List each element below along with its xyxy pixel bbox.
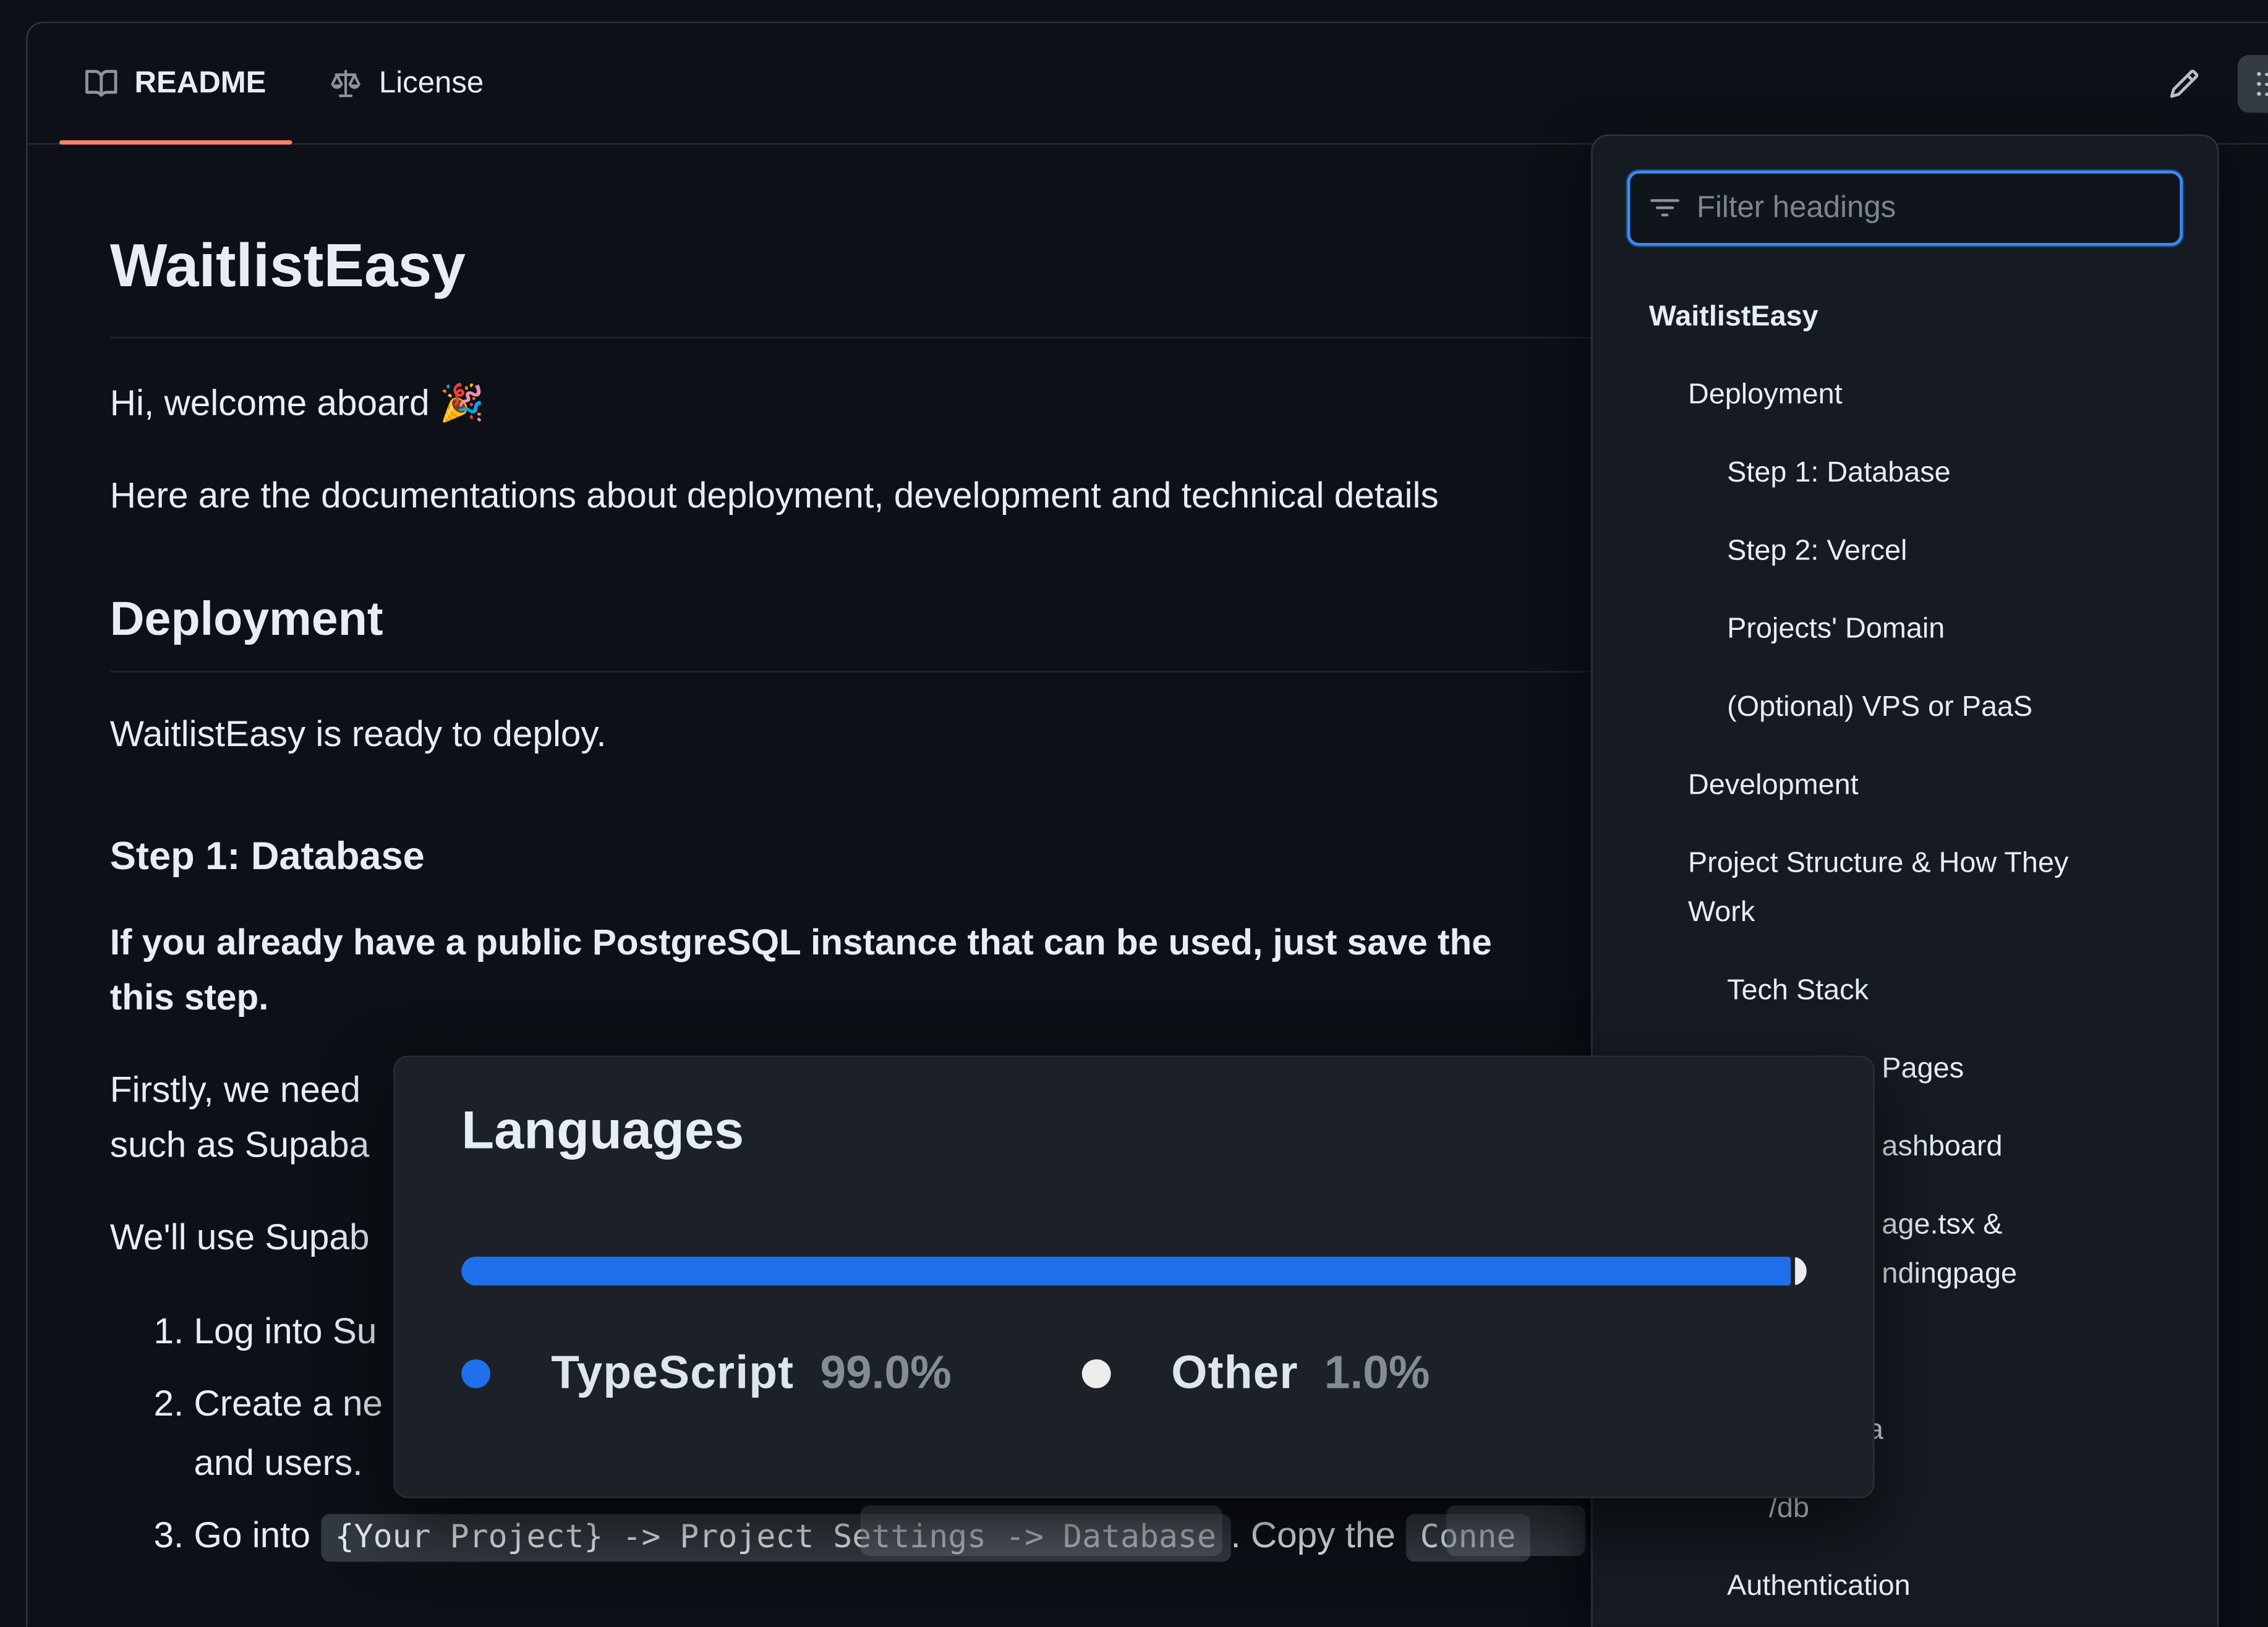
languages-legend: TypeScript 99.0% Other 1.0% (461, 1346, 1807, 1400)
list-item-text: . Copy the (1230, 1515, 1406, 1557)
tabbar-actions (2151, 23, 2268, 143)
legend-language-percent: 99.0% (820, 1346, 952, 1399)
other-bar-segment (1794, 1256, 1807, 1286)
page: README License WaitlistEasy Hi, welcome … (0, 0, 2268, 1627)
list-item-text: Go into (194, 1515, 321, 1557)
legend-dot (461, 1358, 491, 1388)
masked-code-span (1446, 1505, 1585, 1557)
tab-readme-label: README (134, 66, 266, 100)
readme-tabbar: README License (27, 23, 2268, 145)
toc-item[interactable]: Project Structure & How They Work (1593, 824, 2218, 951)
legend-dot (1081, 1358, 1111, 1388)
legend-language-percent: 1.0% (1324, 1346, 1430, 1399)
toc-item[interactable]: Deployment (1593, 355, 2218, 433)
pencil-icon (2168, 67, 2200, 99)
toc-item[interactable]: Step 1: Database (1593, 434, 2218, 512)
masked-code-span (860, 1505, 1222, 1557)
legend-item: TypeScript 99.0% (461, 1346, 952, 1400)
toc-item[interactable]: Tech Stack (1593, 951, 2218, 1029)
tab-license-label: License (378, 66, 484, 100)
toc-item[interactable]: Step 2: Vercel (1593, 512, 2218, 590)
filter-headings-input[interactable] (1696, 190, 2160, 226)
outline-toggle-button[interactable] (2237, 54, 2268, 113)
filter-headings-field[interactable] (1627, 171, 2183, 246)
tab-license[interactable]: License (298, 23, 516, 143)
legend-language-name: TypeScript (551, 1346, 795, 1399)
legend-item: Other 1.0% (1081, 1346, 1430, 1400)
toc-item[interactable]: Projects' Domain (1593, 590, 2218, 668)
filter-icon (1650, 193, 1679, 223)
toc-item[interactable]: WaitlistEasy (1593, 278, 2218, 355)
tab-readme[interactable]: README (54, 23, 298, 145)
legend-language-name: Other (1171, 1346, 1298, 1399)
book-icon (85, 67, 117, 99)
toc-item[interactable]: Authentication (1593, 1547, 2218, 1625)
list-unordered-icon (2255, 67, 2268, 99)
languages-title: Languages (461, 1100, 744, 1160)
toc-item[interactable]: (Optional) VPS or PaaS (1593, 668, 2218, 746)
edit-pencil-button[interactable] (2151, 54, 2218, 113)
languages-popup: Languages TypeScript 99.0% Other 1.0% (393, 1055, 1875, 1498)
languages-bar (461, 1256, 1807, 1286)
toc-item[interactable]: Development (1593, 746, 2218, 824)
typescript-bar-segment (461, 1256, 1791, 1286)
law-scales-icon (330, 67, 361, 99)
